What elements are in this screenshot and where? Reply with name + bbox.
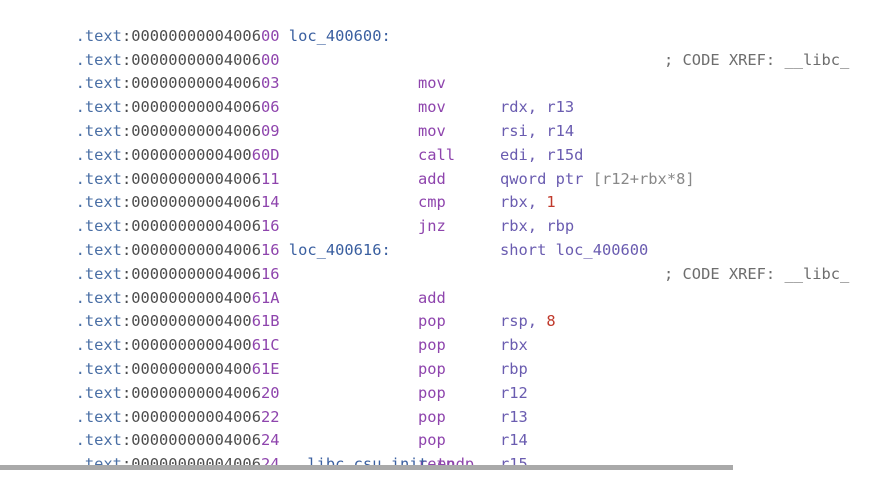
listing-row[interactable]: .text:000000000040061A pop rbx — [20, 263, 528, 355]
listing-row[interactable]: .text:000000000040061C pop r12 — [20, 310, 528, 402]
listing-row[interactable]: .text:0000000000400620 pop r14 — [20, 358, 528, 450]
operands[interactable]: rbx, 1 — [500, 191, 556, 215]
right-gutter — [860, 0, 892, 482]
disassembly-listing: .text:0000000000400600 loc_400600: ; COD… — [20, 1, 850, 470]
listing-row[interactable]: .text:0000000000400614 jnz short loc_400… — [20, 168, 649, 259]
operands[interactable]: r12 — [500, 382, 528, 406]
operands[interactable]: r14 — [500, 429, 528, 453]
disassembly-view[interactable]: .text:0000000000400600 loc_400600: ; COD… — [0, 0, 860, 470]
xref-comment[interactable]: ; CODE XREF: __libc_ — [664, 263, 849, 287]
jump-target-link: loc_400600 — [555, 240, 649, 259]
listing-row[interactable]: .text:0000000000400600 mov rdx, r13 — [20, 25, 575, 117]
operands[interactable]: rdx, r13 — [500, 96, 574, 120]
listing-row[interactable]: .text:0000000000400609 call qword ptr [r… — [20, 96, 695, 188]
operands[interactable]: rsi, r14 — [500, 120, 574, 144]
operands[interactable]: rbx — [500, 334, 528, 358]
operands[interactable]: edi, r15d — [500, 144, 583, 168]
listing-row[interactable]: .text:0000000000400622 pop r15 — [20, 382, 528, 470]
operands[interactable]: qword ptr [r12+rbx*8] — [500, 168, 695, 192]
operands[interactable]: rbx, rbp — [500, 215, 574, 239]
listing-row[interactable]: .text:0000000000400624 __libc_csu_init e… — [20, 429, 475, 470]
listing-row[interactable]: .text:0000000000400616 add rsp, 8 — [20, 239, 556, 331]
operands[interactable]: rsp, 8 — [500, 310, 556, 334]
listing-row[interactable]: .text:0000000000400600 loc_400600: ; COD… — [20, 1, 850, 69]
listing-row[interactable]: .text:0000000000400606 mov edi, r15d — [20, 72, 584, 164]
listing-row[interactable]: .text:0000000000400611 cmp rbx, rbp — [20, 144, 575, 236]
listing-row[interactable]: .text:0000000000400616 loc_400616: ; COD… — [20, 215, 850, 283]
listing-row[interactable]: .text:000000000040060D add rbx, 1 — [20, 120, 556, 212]
operands[interactable]: rbp — [500, 358, 528, 382]
listing-row[interactable]: .text:0000000000400616 — [20, 191, 474, 235]
operands[interactable]: r13 — [500, 406, 528, 430]
listing-row[interactable]: .text:0000000000400603 mov rsi, r14 — [20, 49, 575, 140]
listing-row[interactable]: .text:000000000040061E pop r13 — [20, 334, 528, 426]
listing-row[interactable]: .text:000000000040061B pop rbp — [20, 287, 528, 378]
xref-comment[interactable]: ; CODE XREF: __libc_ — [664, 49, 849, 73]
horizontal-scrollbar-thumb[interactable] — [0, 465, 733, 470]
operands[interactable]: short loc_400600 — [500, 239, 648, 263]
listing-row[interactable]: .text:0000000000400624 retn — [20, 406, 474, 470]
